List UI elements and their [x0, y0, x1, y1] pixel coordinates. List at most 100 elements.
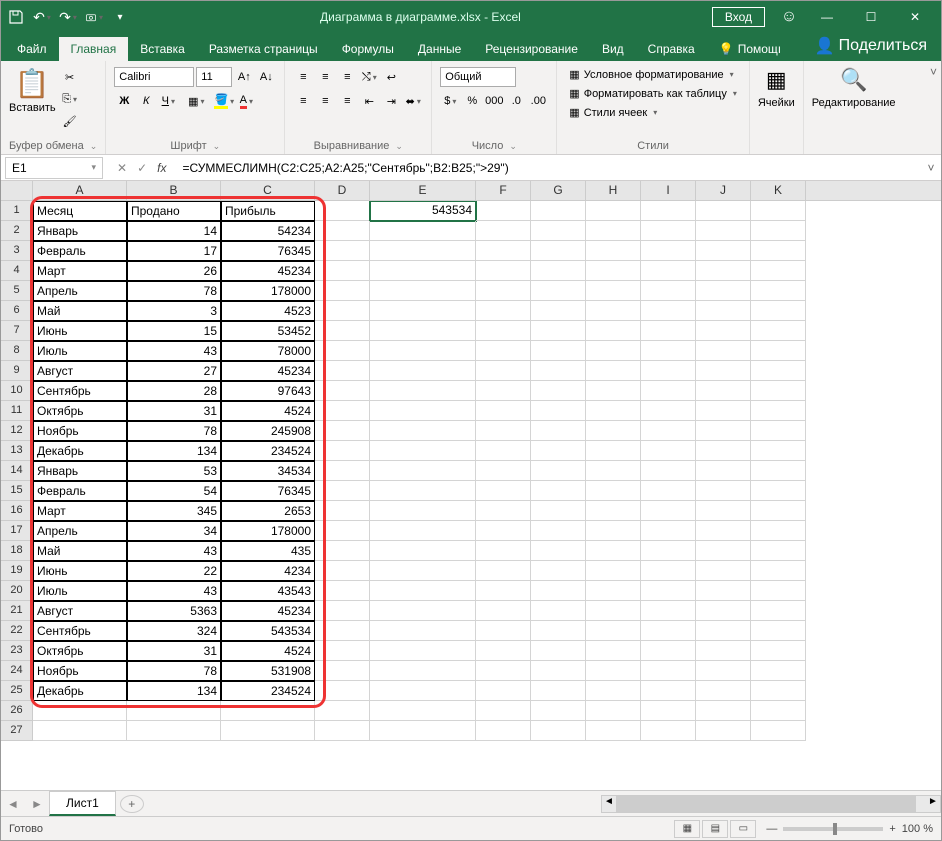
cell[interactable]: Август	[33, 601, 127, 621]
cell[interactable]: Май	[33, 301, 127, 321]
cell[interactable]	[531, 301, 586, 321]
cell[interactable]	[127, 701, 221, 721]
name-box[interactable]: E1▾	[5, 157, 103, 179]
cell[interactable]	[315, 361, 370, 381]
cell[interactable]: 17	[127, 241, 221, 261]
tab-layout[interactable]: Разметка страницы	[197, 37, 330, 61]
cell[interactable]	[586, 701, 641, 721]
row-header[interactable]: 9	[1, 361, 33, 381]
cell[interactable]	[315, 421, 370, 441]
cell[interactable]: 76345	[221, 481, 315, 501]
cell[interactable]	[696, 621, 751, 641]
cell[interactable]: 27	[127, 361, 221, 381]
cell[interactable]	[641, 721, 696, 741]
cell[interactable]	[586, 481, 641, 501]
cell[interactable]	[531, 581, 586, 601]
tab-view[interactable]: Вид	[590, 37, 636, 61]
cell[interactable]: 324	[127, 621, 221, 641]
underline-icon[interactable]: Ч	[158, 91, 178, 111]
cell[interactable]	[370, 641, 476, 661]
cell[interactable]	[127, 721, 221, 741]
number-format-input[interactable]	[440, 67, 516, 87]
cell[interactable]	[315, 321, 370, 341]
cell[interactable]: Январь	[33, 221, 127, 241]
cell[interactable]	[586, 301, 641, 321]
cell[interactable]	[586, 201, 641, 221]
cell[interactable]	[641, 461, 696, 481]
cell[interactable]	[641, 261, 696, 281]
cell[interactable]: 76345	[221, 241, 315, 261]
align-bottom-icon[interactable]: ≡	[337, 67, 357, 87]
grow-font-icon[interactable]: A↑	[234, 67, 254, 87]
cell[interactable]	[476, 661, 531, 681]
cell[interactable]	[476, 401, 531, 421]
scroll-left-icon[interactable]: ◄	[602, 796, 616, 812]
cell[interactable]: 54	[127, 481, 221, 501]
column-header[interactable]: A	[33, 181, 127, 200]
cell[interactable]: 53	[127, 461, 221, 481]
cell[interactable]	[696, 481, 751, 501]
row-header[interactable]: 13	[1, 441, 33, 461]
cell[interactable]	[315, 661, 370, 681]
cell[interactable]: 531908	[221, 661, 315, 681]
cell[interactable]: Июнь	[33, 321, 127, 341]
cell[interactable]	[531, 421, 586, 441]
scrollbar-thumb[interactable]	[616, 796, 916, 812]
zoom-out-icon[interactable]: —	[766, 823, 777, 835]
cut-icon[interactable]: ✂	[60, 67, 80, 87]
cell[interactable]	[586, 681, 641, 701]
cell[interactable]: Продано	[127, 201, 221, 221]
cell[interactable]	[751, 281, 806, 301]
cell[interactable]	[315, 281, 370, 301]
cell[interactable]	[641, 501, 696, 521]
cell[interactable]	[586, 241, 641, 261]
cell[interactable]	[751, 461, 806, 481]
cell[interactable]	[531, 521, 586, 541]
cell[interactable]	[696, 701, 751, 721]
cell[interactable]: 234524	[221, 681, 315, 701]
indent-increase-icon[interactable]: ⇥	[381, 91, 401, 111]
cell[interactable]	[476, 561, 531, 581]
cell[interactable]	[751, 561, 806, 581]
align-middle-icon[interactable]: ≡	[315, 67, 335, 87]
cell[interactable]	[641, 581, 696, 601]
cell[interactable]	[531, 721, 586, 741]
cell[interactable]: 134	[127, 441, 221, 461]
paste-icon[interactable]: 📋	[15, 67, 50, 100]
cell[interactable]	[476, 361, 531, 381]
cell[interactable]: 178000	[221, 281, 315, 301]
cell[interactable]	[531, 701, 586, 721]
cell[interactable]: 28	[127, 381, 221, 401]
cell[interactable]	[476, 321, 531, 341]
number-launcher-icon[interactable]	[505, 140, 517, 152]
cell[interactable]	[531, 221, 586, 241]
merge-icon[interactable]: ⬌	[403, 91, 423, 111]
cell[interactable]	[476, 621, 531, 641]
cell[interactable]	[641, 321, 696, 341]
comma-icon[interactable]: 000	[484, 91, 504, 111]
cell[interactable]	[315, 341, 370, 361]
cell[interactable]	[370, 581, 476, 601]
cell[interactable]	[586, 601, 641, 621]
cell[interactable]	[696, 561, 751, 581]
cell[interactable]	[641, 201, 696, 221]
cell[interactable]	[586, 561, 641, 581]
cell[interactable]	[315, 201, 370, 221]
cell[interactable]	[586, 501, 641, 521]
row-header[interactable]: 26	[1, 701, 33, 721]
cell[interactable]: 22	[127, 561, 221, 581]
cell[interactable]	[476, 481, 531, 501]
cell[interactable]	[586, 661, 641, 681]
row-header[interactable]: 24	[1, 661, 33, 681]
decrease-decimal-icon[interactable]: .00	[528, 91, 548, 111]
cell[interactable]	[476, 421, 531, 441]
cell[interactable]: Месяц	[33, 201, 127, 221]
cell[interactable]	[696, 461, 751, 481]
cell[interactable]	[370, 381, 476, 401]
cell[interactable]	[586, 401, 641, 421]
cell[interactable]: 97643	[221, 381, 315, 401]
cell[interactable]	[531, 501, 586, 521]
view-pagebreak-icon[interactable]: ▭	[730, 820, 756, 838]
cell[interactable]	[370, 521, 476, 541]
cell[interactable]	[696, 661, 751, 681]
